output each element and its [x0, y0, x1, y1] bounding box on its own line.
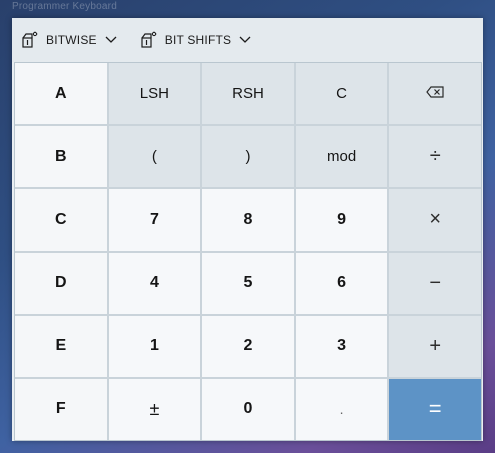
key-f[interactable]: F [15, 378, 107, 440]
backspace-icon [426, 85, 444, 102]
window-caption: Programmer Keyboard [12, 1, 117, 12]
key-d[interactable]: D [15, 252, 107, 314]
key-rsh[interactable]: RSH [202, 63, 294, 125]
bitshift-icon [139, 31, 157, 49]
key-minus[interactable]: − [389, 252, 481, 314]
key-0[interactable]: 0 [202, 378, 294, 440]
key-8[interactable]: 8 [202, 189, 294, 251]
key-b[interactable]: B [15, 126, 107, 188]
key-backspace[interactable] [389, 63, 481, 125]
key-negate[interactable]: ± [108, 378, 201, 440]
key-6[interactable]: 6 [295, 252, 388, 314]
key-2[interactable]: 2 [202, 315, 294, 377]
key-1[interactable]: 1 [108, 315, 201, 377]
key-9[interactable]: 9 [295, 189, 388, 251]
calculator-panel: BITWISE BIT SHIFTS A LSH RSH C B () mod… [12, 18, 483, 441]
bitshifts-label: BIT SHIFTS [164, 33, 232, 47]
key-plus[interactable]: + [389, 315, 481, 377]
keypad: A LSH RSH C B ( ) mod ÷ C 7 8 9 × D 4 5 [14, 62, 482, 441]
chevron-down-icon [239, 36, 251, 44]
toolbar: BITWISE BIT SHIFTS [12, 18, 483, 62]
key-open-paren[interactable]: ( [108, 126, 201, 188]
key-close-paren[interactable]: ) [202, 126, 294, 188]
chevron-down-icon [105, 36, 117, 44]
key-3[interactable]: 3 [295, 315, 388, 377]
key-multiply[interactable]: × [389, 189, 481, 251]
bitwise-label: BITWISE [46, 33, 97, 47]
key-e[interactable]: E [15, 315, 107, 377]
key-decimal[interactable]: . [295, 378, 388, 440]
key-a[interactable]: A [15, 63, 107, 125]
key-clear[interactable]: C [295, 63, 388, 125]
key-5[interactable]: 5 [202, 252, 294, 314]
bitwise-dropdown[interactable]: BITWISE [16, 25, 121, 55]
key-divide[interactable]: ÷ [389, 126, 481, 188]
bitshifts-dropdown[interactable]: BIT SHIFTS [135, 25, 255, 55]
key-equals[interactable]: = [389, 378, 481, 440]
key-4[interactable]: 4 [108, 252, 201, 314]
key-mod[interactable]: mod [295, 126, 388, 188]
key-lsh[interactable]: LSH [108, 63, 201, 125]
key-c[interactable]: C [15, 189, 107, 251]
bitwise-icon [20, 31, 38, 49]
key-7[interactable]: 7 [108, 189, 201, 251]
